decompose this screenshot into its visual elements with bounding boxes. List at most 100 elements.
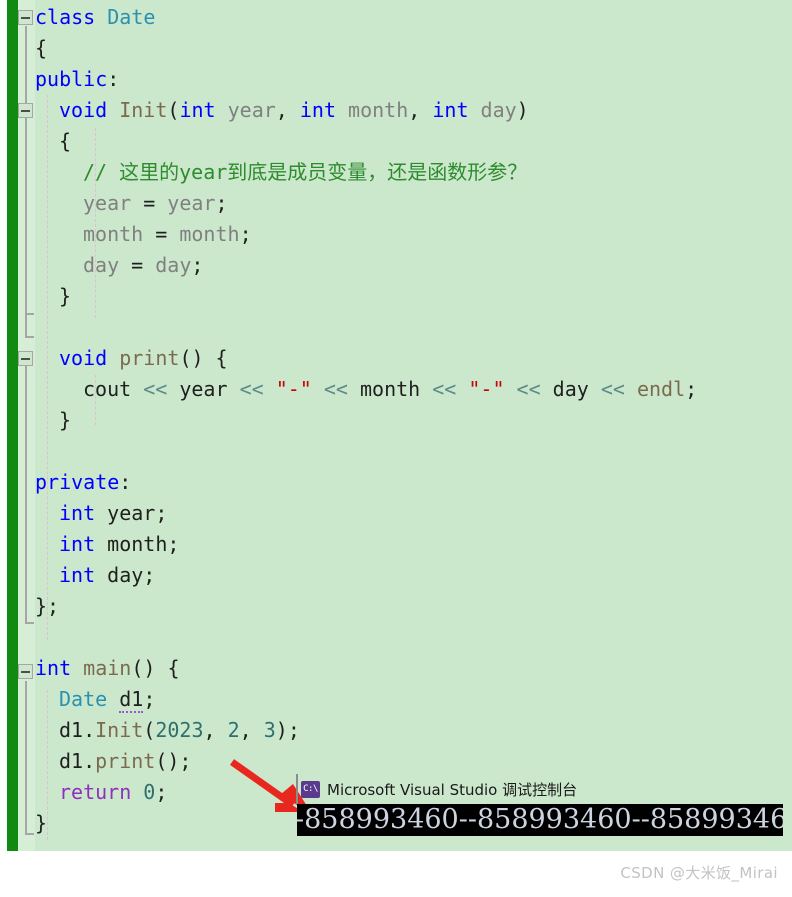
code-line[interactable]: int day; (35, 560, 155, 591)
code-token: month (348, 98, 409, 122)
code-token: ; (685, 377, 698, 401)
code-token: void (59, 346, 120, 370)
code-token: year (107, 501, 156, 525)
code-line[interactable]: day = day; (35, 250, 203, 281)
code-line[interactable]: int month; (35, 529, 179, 560)
code-token: cout (83, 377, 144, 401)
code-token: ); (275, 718, 300, 742)
code-token: int (179, 98, 228, 122)
code-token: public (35, 67, 108, 91)
code-token: int (59, 563, 108, 587)
code-line[interactable]: }; (35, 591, 59, 622)
code-token: Init (119, 98, 168, 122)
code-text-area[interactable]: class Date{public: void Init(int year, in… (35, 0, 792, 851)
code-token: Init (95, 718, 144, 742)
code-line[interactable]: month = month; (35, 219, 252, 250)
code-token: ( (143, 718, 156, 742)
code-line[interactable]: // 这里的year到底是成员变量，还是函数形参？ (35, 157, 527, 188)
code-token: int (299, 98, 349, 122)
code-token: 3 (263, 718, 276, 742)
code-token: d1. (59, 749, 96, 773)
code-token: } (35, 811, 48, 835)
code-token: // 这里的year到底是成员变量，还是函数形参？ (83, 160, 528, 184)
code-token: return (59, 780, 144, 804)
code-token: << (432, 377, 469, 401)
fold-toggle-print-method[interactable] (18, 351, 33, 366)
code-line[interactable]: public: (35, 64, 119, 95)
code-line[interactable]: return 0; (35, 777, 167, 808)
code-token: day (155, 253, 192, 277)
code-token: month (359, 377, 433, 401)
code-token: () { (131, 656, 180, 680)
code-line[interactable]: cout << year << "-" << month << "-" << d… (35, 374, 697, 405)
code-token: { (35, 36, 48, 60)
outline-structure-line (25, 110, 27, 315)
code-token: 2023 (155, 718, 204, 742)
code-line[interactable]: } (35, 808, 47, 839)
code-token: , (275, 98, 300, 122)
code-token: }; (35, 594, 60, 618)
code-token: , (203, 718, 228, 742)
code-token: : (119, 470, 132, 494)
code-token: ; (239, 222, 252, 246)
code-line[interactable]: } (35, 281, 71, 312)
code-token: << (239, 377, 276, 401)
code-token: int (35, 656, 84, 680)
code-token: ; (143, 687, 156, 711)
code-token: () { (179, 346, 228, 370)
code-line[interactable]: int year; (35, 498, 167, 529)
code-line[interactable]: private: (35, 467, 131, 498)
code-token: int (59, 501, 108, 525)
outline-structure-foot (25, 833, 34, 835)
code-line[interactable]: year = year; (35, 188, 228, 219)
code-line[interactable]: void Init(int year, int month, int day) (35, 95, 529, 126)
code-token: ; (215, 191, 228, 215)
outline-structure-line (25, 356, 27, 624)
fold-toggle-init-method[interactable] (18, 103, 33, 118)
code-token: ( (167, 98, 180, 122)
console-app-icon-label: C:\ (303, 783, 318, 794)
code-token: month (179, 222, 240, 246)
code-token: ; (155, 501, 168, 525)
code-token: year (167, 191, 216, 215)
fold-toggle-main-function[interactable] (18, 664, 33, 679)
code-line[interactable]: d1.print(); (35, 746, 191, 777)
code-token: int (432, 98, 481, 122)
code-token: main (83, 656, 132, 680)
code-token: , (408, 98, 433, 122)
fold-toggle-class-date[interactable] (18, 10, 33, 25)
code-line[interactable]: } (35, 405, 71, 436)
code-token: day (107, 563, 144, 587)
code-token: ; (191, 253, 204, 277)
console-output-text: -858993460--858993460--858993460 (297, 804, 783, 835)
code-token: year (83, 191, 132, 215)
code-line[interactable]: class Date (35, 2, 155, 33)
code-line[interactable]: Date d1; (35, 684, 155, 715)
code-token: << (516, 377, 553, 401)
code-token: 2 (227, 718, 240, 742)
code-token: { (59, 129, 72, 153)
console-output-area[interactable]: -858993460--858993460--858993460 (297, 804, 783, 836)
code-token: month (83, 222, 144, 246)
unsaved-changes-bar (7, 0, 18, 851)
code-line[interactable]: d1.Init(2023, 2, 3); (35, 715, 300, 746)
code-token: , (239, 718, 264, 742)
console-titlebar[interactable]: C:\ Microsoft Visual Studio 调试控制台 (297, 774, 783, 804)
code-token: << (143, 377, 180, 401)
code-token: << (600, 377, 637, 401)
code-token: = (119, 253, 156, 277)
code-token: } (59, 284, 72, 308)
outline-structure-foot (25, 622, 34, 624)
code-line[interactable]: void print() { (35, 343, 228, 374)
code-line[interactable]: { (35, 33, 47, 64)
code-token: d1 (119, 687, 144, 713)
code-editor-surface[interactable]: class Date{public: void Init(int year, in… (0, 0, 792, 851)
code-token: "-" (275, 377, 324, 401)
code-token: ; (143, 563, 156, 587)
console-app-icon: C:\ (301, 780, 320, 798)
console-window[interactable]: C:\ Microsoft Visual Studio 调试控制台 -85899… (297, 774, 783, 836)
code-token: year (179, 377, 240, 401)
editor-left-edge (0, 0, 7, 851)
code-line[interactable]: { (35, 126, 71, 157)
code-line[interactable]: int main() { (35, 653, 180, 684)
